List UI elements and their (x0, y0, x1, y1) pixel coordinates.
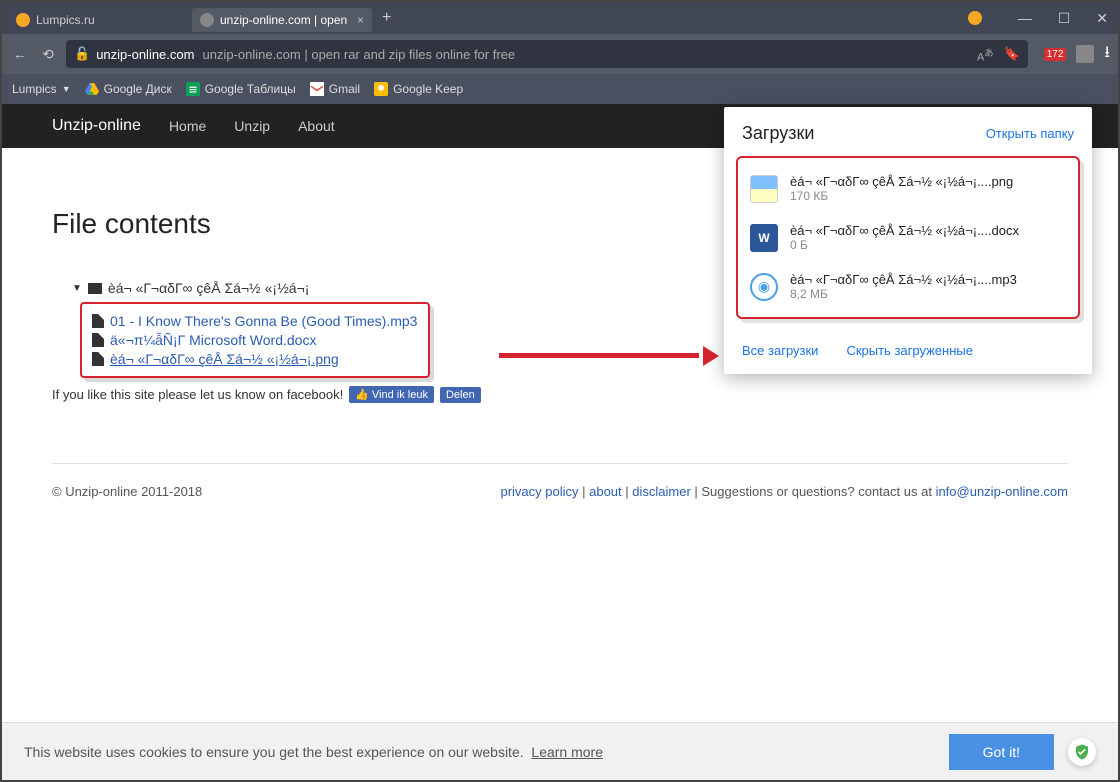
power-icon[interactable] (968, 11, 982, 25)
back-button[interactable]: ← (10, 46, 30, 62)
page-footer: © Unzip-online 2011-2018 privacy policy … (52, 463, 1068, 519)
security-shield-icon[interactable] (1068, 738, 1096, 766)
open-folder-link[interactable]: Открыть папку (986, 126, 1074, 141)
file-list-highlight: 01 - I Know There's Gonna Be (Good Times… (80, 302, 430, 378)
download-size: 170 КБ (790, 189, 1013, 203)
footer-email[interactable]: info@unzip-online.com (936, 484, 1068, 499)
lock-icon: 🔓 (74, 46, 90, 62)
downloads-button[interactable]: ⭳ (1104, 41, 1110, 68)
bookmark-icon[interactable]: 🔖 (1004, 46, 1020, 62)
thumb-icon: 👍 (355, 388, 369, 401)
download-item[interactable]: W èá¬ «Г¬αδГ∞ çêÅ Σá¬½ «¡½á¬¡....docx 0 … (738, 213, 1078, 262)
download-size: 0 Б (790, 238, 1019, 252)
download-name: èá¬ «Г¬αδГ∞ çêÅ Σá¬½ «¡½á¬¡....png (790, 174, 1013, 189)
close-window-button[interactable]: ✕ (1090, 8, 1114, 29)
extension-badge[interactable]: 172 (1044, 48, 1067, 61)
download-size: 8,2 МБ (790, 287, 1017, 301)
browser-tab-unzip[interactable]: unzip-online.com | open × (192, 8, 372, 32)
download-item[interactable]: èá¬ «Г¬αδГ∞ çêÅ Σá¬½ «¡½á¬¡....png 170 К… (738, 164, 1078, 213)
nav-home[interactable]: Home (169, 118, 206, 134)
new-tab-button[interactable]: + (374, 9, 399, 27)
file-link-mp3[interactable]: 01 - I Know There's Gonna Be (Good Times… (110, 313, 417, 329)
extension-lastfm-icon[interactable] (1076, 45, 1094, 63)
footer-suggest: Suggestions or questions? contact us at (701, 484, 932, 499)
bookmark-label: Google Таблицы (205, 82, 296, 96)
favicon-unzip-icon (200, 13, 214, 27)
url-input[interactable]: 🔓 unzip-online.com unzip-online.com | op… (66, 40, 1028, 68)
footer-disclaimer[interactable]: disclaimer (632, 484, 691, 499)
copyright: © Unzip-online 2011-2018 (52, 484, 202, 499)
fb-share-button[interactable]: Delen (440, 387, 481, 403)
file-row: ä«¬π¼ẫÑ¡Г Microsoft Word.docx (92, 332, 418, 348)
drive-icon (85, 82, 99, 96)
tab-label: Lumpics.ru (36, 13, 95, 27)
downloads-panel: Загрузки Открыть папку èá¬ «Г¬αδГ∞ çêÅ Σ… (724, 107, 1092, 374)
reload-button[interactable]: ⟲ (38, 46, 58, 63)
download-name: èá¬ «Г¬αδГ∞ çêÅ Σá¬½ «¡½á¬¡....mp3 (790, 272, 1017, 287)
bookmark-label: Google Keep (393, 82, 463, 96)
nav-about[interactable]: About (298, 118, 335, 134)
favicon-lumpics-icon (16, 13, 30, 27)
titlebar: Lumpics.ru unzip-online.com | open × + —… (2, 2, 1118, 34)
bookmarks-bar: Lumpics▼ Google Диск Google Таблицы Gmai… (2, 74, 1118, 104)
minimize-button[interactable]: — (1012, 8, 1038, 28)
bookmark-gsheets[interactable]: Google Таблицы (186, 82, 296, 96)
translate-icon[interactable]: Aあ (977, 45, 994, 64)
nav-unzip[interactable]: Unzip (234, 118, 270, 134)
close-tab-icon[interactable]: × (357, 13, 364, 27)
bookmark-label: Google Диск (104, 82, 172, 96)
folder-name: èá¬ «Г¬αδГ∞ çêÅ Σá¬½ «¡½á¬¡ (108, 280, 309, 296)
image-file-icon (750, 175, 778, 203)
download-item[interactable]: ◉ èá¬ «Г¬αδГ∞ çêÅ Σá¬½ «¡½á¬¡....mp3 8,2… (738, 262, 1078, 311)
bookmark-lumpics[interactable]: Lumpics▼ (12, 82, 71, 96)
audio-file-icon: ◉ (750, 273, 778, 301)
file-icon (92, 352, 104, 366)
bookmark-gkeep[interactable]: Google Keep (374, 82, 463, 96)
keep-icon (374, 82, 388, 96)
url-title: unzip-online.com | open rar and zip file… (202, 47, 515, 62)
chevron-down-icon: ▼ (72, 283, 82, 294)
all-downloads-link[interactable]: Все загрузки (742, 343, 818, 358)
file-icon (92, 333, 104, 347)
maximize-button[interactable]: ☐ (1052, 8, 1077, 29)
file-link-png[interactable]: èá¬ «Г¬αδГ∞ çêÅ Σá¬½ «¡½á¬¡.png (110, 351, 339, 367)
cookie-bar: This website uses cookies to ensure you … (2, 722, 1118, 780)
folder-icon (88, 283, 102, 294)
download-name: èá¬ «Г¬αδГ∞ çêÅ Σá¬½ «¡½á¬¡....docx (790, 223, 1019, 238)
tab-label: unzip-online.com | open (220, 13, 347, 27)
footer-about[interactable]: about (589, 484, 622, 499)
cookie-learn-more[interactable]: Learn more (531, 744, 603, 760)
cookie-text: This website uses cookies to ensure you … (24, 744, 524, 760)
word-file-icon: W (750, 224, 778, 252)
bookmark-gdrive[interactable]: Google Диск (85, 82, 172, 96)
cookie-accept-button[interactable]: Got it! (949, 734, 1054, 770)
bookmark-label: Lumpics (12, 82, 57, 96)
bookmark-gmail[interactable]: Gmail (310, 82, 360, 96)
site-brand[interactable]: Unzip-online (52, 117, 141, 135)
footer-privacy[interactable]: privacy policy (500, 484, 578, 499)
facebook-line: If you like this site please let us know… (52, 386, 1068, 403)
bookmark-label: Gmail (329, 82, 360, 96)
file-link-docx[interactable]: ä«¬π¼ẫÑ¡Г Microsoft Word.docx (110, 332, 316, 348)
file-row: èá¬ «Г¬αδГ∞ çêÅ Σá¬½ «¡½á¬¡.png (92, 351, 418, 367)
browser-tab-lumpics[interactable]: Lumpics.ru (8, 8, 188, 32)
downloads-title: Загрузки (742, 123, 814, 144)
file-row: 01 - I Know There's Gonna Be (Good Times… (92, 313, 418, 329)
file-icon (92, 314, 104, 328)
window-controls: — ☐ ✕ (968, 8, 1114, 29)
gmail-icon (310, 82, 324, 96)
fb-like-button[interactable]: 👍Vind ik leuk (349, 386, 434, 403)
sheets-icon (186, 82, 200, 96)
downloads-list-highlight: èá¬ «Г¬αδГ∞ çêÅ Σá¬½ «¡½á¬¡....png 170 К… (736, 156, 1080, 319)
hide-downloaded-link[interactable]: Скрыть загруженные (846, 343, 973, 358)
address-bar: ← ⟲ 🔓 unzip-online.com unzip-online.com … (2, 34, 1118, 74)
fb-text: If you like this site please let us know… (52, 387, 343, 402)
url-host: unzip-online.com (96, 47, 194, 62)
